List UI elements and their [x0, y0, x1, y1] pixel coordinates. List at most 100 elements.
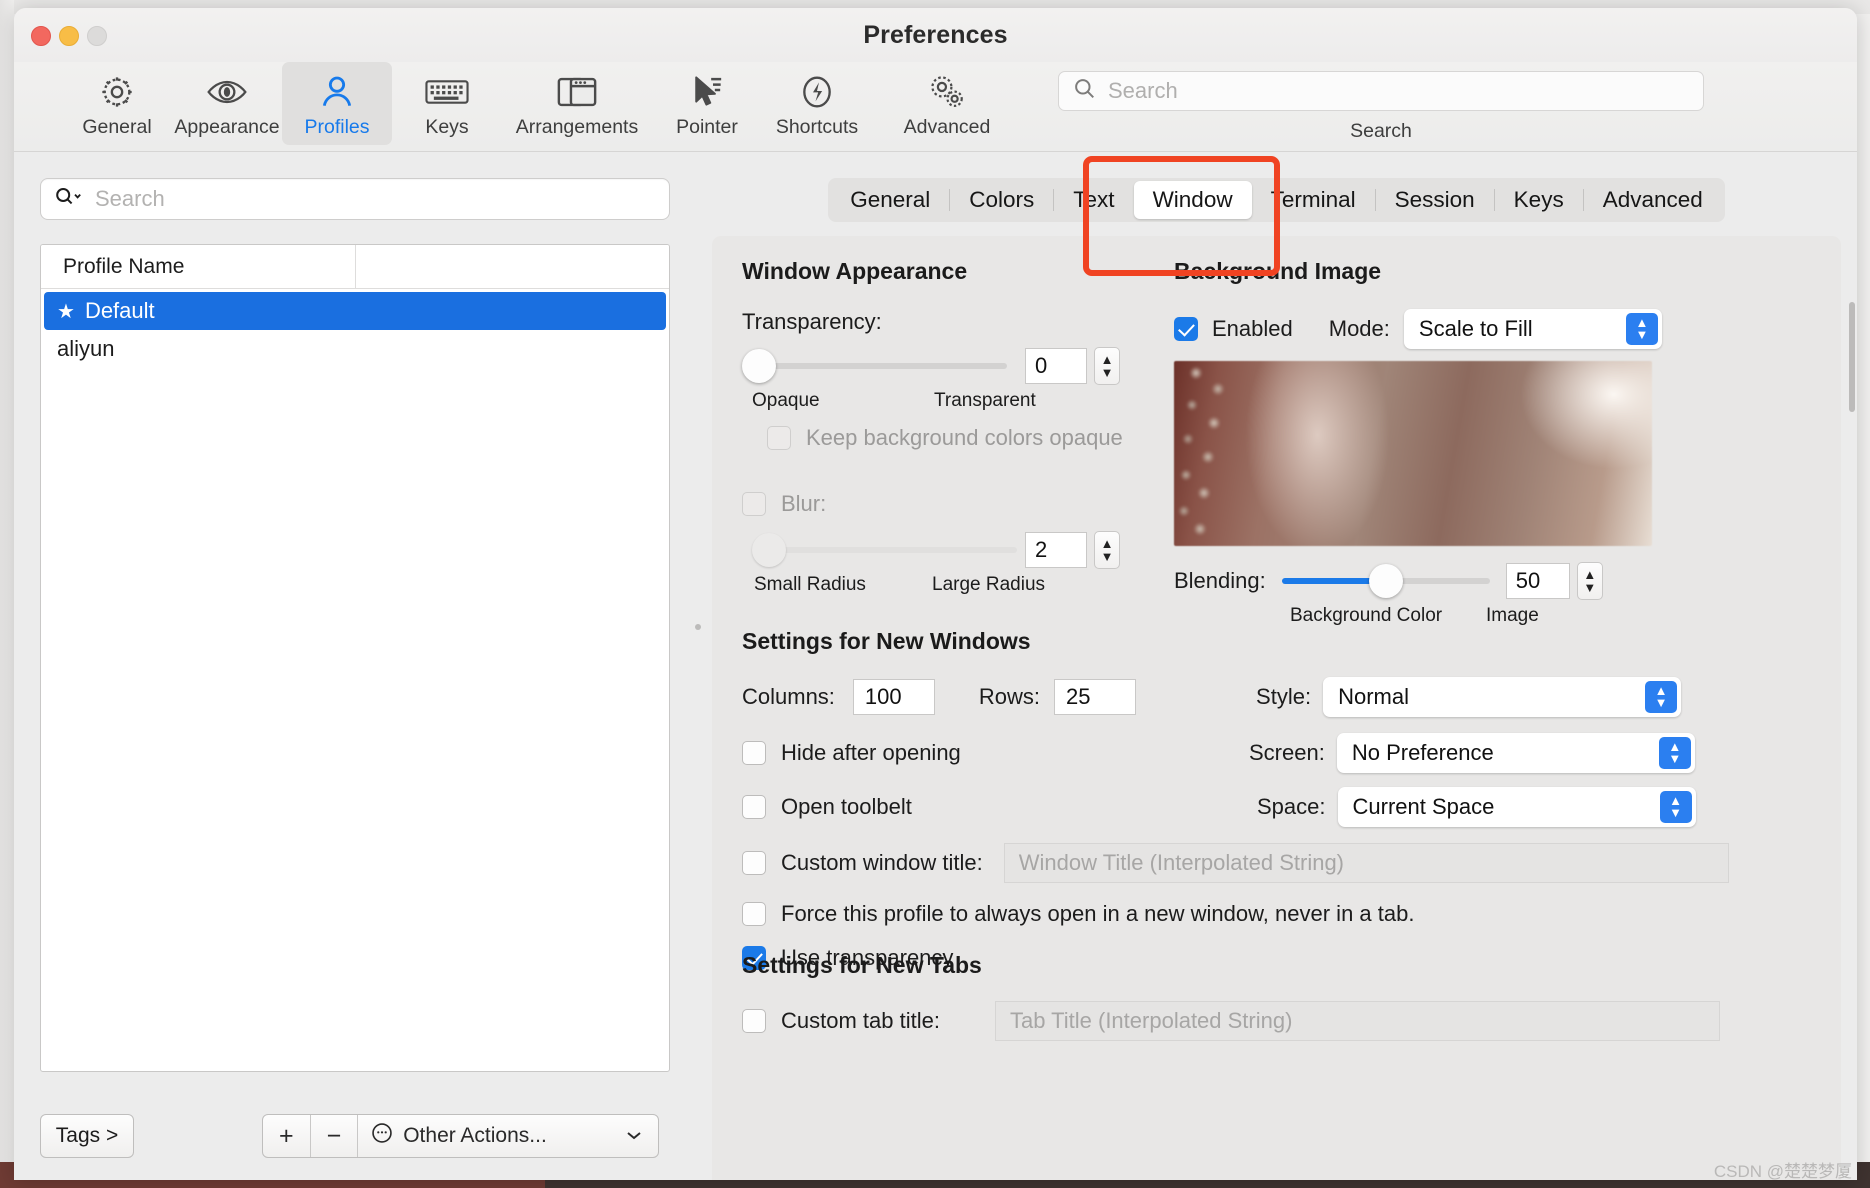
chevron-updown-icon[interactable]: ▲ ▼ [1625, 313, 1658, 345]
screen-select[interactable]: No Preference ▲ ▼ [1336, 733, 1695, 773]
blur-value[interactable]: 2 [1025, 532, 1087, 568]
table-row[interactable]: ★ Default [44, 292, 666, 330]
tab-colors[interactable]: Colors [950, 181, 1053, 219]
toolbar-search-placeholder: Search [1108, 78, 1178, 103]
ellipsis-circle-icon [370, 1121, 394, 1151]
rows-input[interactable]: 25 [1054, 679, 1137, 715]
search-dropdown-icon[interactable] [54, 186, 84, 213]
background-image-preview[interactable] [1174, 361, 1652, 546]
custom-tab-title-row[interactable]: Custom tab title: [742, 1008, 940, 1034]
blur-min-label: Small Radius [754, 574, 866, 595]
bolt-icon [797, 69, 837, 115]
columns-input[interactable]: 100 [852, 679, 935, 715]
custom-window-title-row[interactable]: Custom window title: [742, 850, 983, 876]
custom-tab-title-input[interactable]: Tab Title (Interpolated String) [994, 1001, 1720, 1041]
profiles-footer-toolbar: Tags > + − Other Actions... [40, 1114, 670, 1158]
transparency-value[interactable]: 0 [1025, 348, 1087, 384]
open-toolbelt-row[interactable]: Open toolbelt [742, 794, 1042, 820]
toolbar-search-caption: Search [1350, 120, 1412, 142]
profile-search-placeholder: Search [95, 186, 165, 211]
add-profile-button[interactable]: + [263, 1115, 311, 1157]
transparency-slider-knob[interactable] [742, 349, 776, 383]
stepper-down-icon[interactable]: ▼ [1101, 550, 1114, 563]
toolbar-item-general[interactable]: General [62, 62, 172, 139]
screen-value: No Preference [1351, 740, 1494, 765]
window-appearance-section: Window Appearance Transparency: 0 ▲ ▼ Op… [742, 258, 1192, 595]
blending-stepper[interactable]: ▲ ▼ [1576, 562, 1603, 600]
force-new-window-checkbox[interactable] [742, 902, 766, 926]
blur-label: Blur: [781, 491, 827, 516]
toolbar-item-pointer[interactable]: Pointer [652, 62, 762, 139]
toolbar-item-pointer-label: Pointer [676, 116, 738, 138]
tab-general[interactable]: General [831, 181, 949, 219]
other-actions-button[interactable]: Other Actions... [358, 1115, 658, 1157]
custom-window-title-input[interactable]: Window Title (Interpolated String) [1003, 843, 1729, 883]
blending-label: Blending: [1174, 568, 1266, 593]
keyboard-icon [424, 69, 470, 115]
tags-button[interactable]: Tags > [40, 1114, 134, 1158]
open-toolbelt-checkbox[interactable] [742, 795, 766, 819]
column-header-profile-name[interactable]: Profile Name [41, 255, 355, 279]
custom-tab-title-checkbox[interactable] [742, 1009, 766, 1033]
chevron-down-icon [624, 1124, 644, 1148]
stepper-down-icon[interactable]: ▼ [1583, 581, 1596, 594]
blur-slider[interactable] [752, 533, 1017, 567]
background-image-enabled-checkbox[interactable] [1174, 317, 1198, 341]
style-select[interactable]: Normal ▲ ▼ [1323, 677, 1682, 717]
toolbar-item-keys[interactable]: Keys [392, 62, 502, 139]
toolbar-item-shortcuts[interactable]: Shortcuts [762, 62, 872, 139]
blur-checkbox[interactable] [742, 492, 766, 516]
force-new-window-row[interactable]: Force this profile to always open in a n… [742, 901, 1841, 927]
tab-advanced[interactable]: Advanced [1584, 181, 1722, 219]
tab-keys[interactable]: Keys [1495, 181, 1583, 219]
toolbar-search-field[interactable]: Search [1058, 71, 1704, 111]
transparency-label: Transparency: [742, 309, 882, 334]
toolbar-item-appearance[interactable]: Appearance [172, 62, 282, 139]
stepper-down-icon[interactable]: ▼ [1101, 366, 1114, 379]
blending-slider[interactable] [1281, 564, 1490, 598]
space-select[interactable]: Current Space ▲ ▼ [1337, 787, 1696, 827]
window-appearance-heading: Window Appearance [742, 258, 968, 284]
star-icon: ★ [57, 300, 75, 323]
custom-window-title-checkbox[interactable] [742, 851, 766, 875]
hide-after-opening-row[interactable]: Hide after opening [742, 740, 1042, 766]
toolbar-item-advanced[interactable]: Advanced [872, 62, 1022, 139]
blur-row[interactable]: Blur: [742, 491, 1192, 517]
transparency-slider[interactable] [742, 349, 1007, 383]
remove-profile-button[interactable]: − [311, 1115, 359, 1157]
blur-stepper[interactable]: ▲ ▼ [1094, 531, 1120, 569]
toolbar-item-profiles[interactable]: Profiles [282, 62, 392, 145]
blur-slider-knob[interactable] [752, 533, 786, 567]
profile-search-input[interactable]: Search [40, 178, 670, 220]
tab-text[interactable]: Text [1054, 181, 1133, 219]
blending-value[interactable]: 50 [1505, 563, 1570, 599]
tab-session[interactable]: Session [1376, 181, 1494, 219]
blending-slider-knob[interactable] [1368, 564, 1403, 598]
settings-tabs: General Colors Text Window Terminal Sess… [828, 178, 1725, 222]
hide-after-opening-checkbox[interactable] [742, 741, 766, 765]
profile-actions-group: + − Other Actions... [262, 1114, 660, 1158]
keep-background-opaque-row[interactable]: Keep background colors opaque [767, 425, 1192, 451]
transparency-stepper[interactable]: ▲ ▼ [1094, 347, 1120, 385]
background-image-mode-select[interactable]: Scale to Fill ▲ ▼ [1403, 309, 1662, 349]
keep-background-opaque-checkbox[interactable] [767, 426, 791, 450]
chevron-updown-icon[interactable]: ▲ ▼ [1645, 681, 1678, 713]
tab-terminal[interactable]: Terminal [1252, 181, 1375, 219]
style-value: Normal [1338, 684, 1409, 709]
transparency-slider-track [742, 363, 1007, 369]
chevron-updown-icon[interactable]: ▲ ▼ [1659, 791, 1692, 823]
profiles-table[interactable]: Profile Name ★ Default aliyun [40, 244, 670, 1072]
style-label: Style: [1256, 684, 1312, 709]
chevron-updown-icon[interactable]: ▲ ▼ [1658, 737, 1691, 769]
background-window-left [0, 0, 14, 1188]
watermark: CSDN @楚楚梦厦 [1713, 1162, 1852, 1181]
background-image-mode-label: Mode: [1328, 316, 1390, 341]
tab-window[interactable]: Window [1133, 181, 1252, 219]
column-divider[interactable] [354, 245, 356, 289]
vertical-scrollbar[interactable] [1849, 302, 1855, 412]
toolbar-item-arrangements[interactable]: Arrangements [502, 62, 652, 139]
screen-label: Screen: [1249, 740, 1325, 765]
preferences-body: Search Profile Name ★ Default aliyun Tag… [14, 152, 1857, 1180]
toolbar-item-advanced-label: Advanced [903, 116, 991, 138]
table-row[interactable]: aliyun [41, 330, 669, 368]
